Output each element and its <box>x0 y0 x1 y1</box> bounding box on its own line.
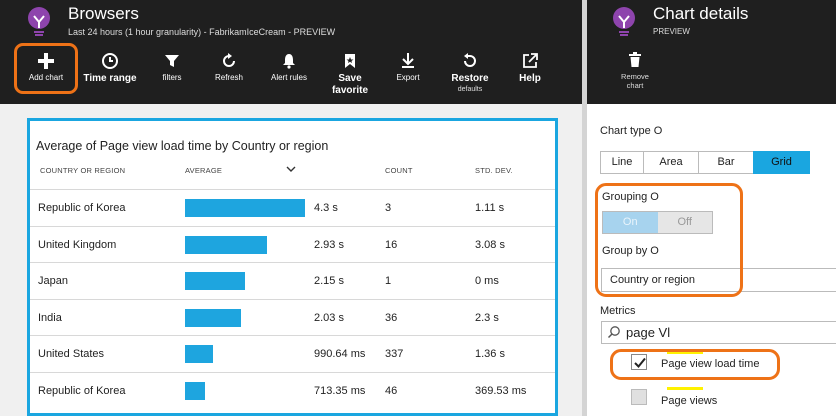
metrics-search-value: page Vl <box>626 325 671 340</box>
undo-icon <box>464 53 476 67</box>
country-cell: United Kingdom <box>38 238 117 251</box>
bulb-logo-icon <box>613 7 635 36</box>
metric-item-page-views[interactable]: Page views <box>623 385 823 411</box>
country-cell: Republic of Korea <box>38 202 126 214</box>
clock-icon <box>102 53 118 69</box>
table-row[interactable]: United States 990.64 ms 337 1.36 s <box>30 335 555 371</box>
count-cell: 46 <box>385 384 398 397</box>
trash-icon <box>629 52 641 67</box>
metric-highlight <box>610 349 780 380</box>
refresh-button[interactable]: Refresh <box>205 50 253 102</box>
bookmark-star-icon <box>345 54 355 68</box>
chart-details-header: Chart details PREVIEW Remove chart <box>587 0 836 104</box>
chart-type-line[interactable]: Line <box>600 151 643 174</box>
table-row[interactable]: Japan 2.15 s 1 0 ms <box>30 262 555 298</box>
save-favorite-label-1: Save <box>338 73 362 84</box>
std-dev-cell: 2.3 s <box>475 311 499 324</box>
chart-details-subtitle: PREVIEW <box>653 27 690 36</box>
save-favorite-label-2: favorite <box>331 85 369 96</box>
download-icon <box>402 53 414 68</box>
remove-chart-button[interactable]: Remove chart <box>607 52 663 90</box>
std-dev-cell: 1.11 s <box>475 202 505 214</box>
export-label: Export <box>396 73 420 82</box>
column-header-count[interactable]: COUNT <box>385 166 413 175</box>
chart-details-title: Chart details <box>653 4 749 23</box>
average-cell: 990.64 ms <box>314 348 366 360</box>
refresh-icon <box>223 53 235 67</box>
count-cell: 16 <box>385 238 398 251</box>
chart-type-area[interactable]: Area <box>643 151 698 174</box>
time-range-button[interactable]: Time range <box>82 50 138 102</box>
funnel-icon <box>165 55 179 67</box>
filters-label: filters <box>162 73 182 82</box>
chart-type-bar[interactable]: Bar <box>698 151 753 174</box>
sort-chevron-down-icon[interactable] <box>285 164 297 174</box>
search-match-highlight <box>667 387 703 390</box>
help-label: Help <box>519 73 541 84</box>
bell-icon <box>283 54 295 69</box>
metric-name: Page views <box>661 395 718 407</box>
average-bar <box>185 199 305 217</box>
std-dev-cell: 369.53 ms <box>475 384 527 397</box>
metric-checkbox[interactable] <box>631 389 647 405</box>
average-cell: 2.93 s <box>314 238 344 251</box>
restore-defaults-button[interactable]: Restore defaults <box>442 50 498 102</box>
average-bar <box>185 235 267 254</box>
metrics-search-input[interactable]: page Vl <box>601 321 836 344</box>
column-header-country[interactable]: COUNTRY OR REGION <box>40 166 125 175</box>
std-dev-cell: 3.08 s <box>475 238 505 251</box>
average-cell: 713.35 ms <box>314 384 366 397</box>
country-cell: Japan <box>38 275 68 287</box>
table-row[interactable]: Republic of Korea 713.35 ms 46 369.53 ms <box>30 371 555 408</box>
search-icon <box>607 326 620 339</box>
count-cell: 3 <box>385 202 392 214</box>
average-cell: 2.03 s <box>314 311 344 324</box>
column-header-average[interactable]: AVERAGE <box>185 166 222 175</box>
average-bar <box>185 381 205 400</box>
time-range-label: Time range <box>83 73 137 84</box>
country-cell: Republic of Korea <box>38 384 126 397</box>
restore-sub-label: defaults <box>457 86 483 93</box>
remove-label-1: Remove <box>621 72 649 81</box>
average-bar <box>185 345 213 363</box>
column-header-std-dev[interactable]: STD. DEV. <box>475 166 513 175</box>
average-bar <box>185 308 241 327</box>
table-row[interactable]: Republic of Korea 4.3 s 3 1.11 s <box>30 189 555 225</box>
chart-type-label: Chart type O <box>600 125 663 137</box>
count-cell: 337 <box>385 348 404 360</box>
remove-label-2: chart <box>626 81 644 90</box>
average-cell: 2.15 s <box>314 275 344 287</box>
table-row[interactable]: India 2.03 s 36 2.3 s <box>30 298 555 335</box>
alert-rules-button[interactable]: Alert rules <box>262 50 316 102</box>
blade-header: Browsers Last 24 hours (1 hour granulari… <box>0 0 582 104</box>
external-link-icon <box>523 53 538 68</box>
count-cell: 1 <box>385 275 392 287</box>
add-chart-highlight <box>14 43 78 94</box>
save-favorite-button[interactable]: Save favorite <box>325 50 375 102</box>
average-cell: 4.3 s <box>314 202 338 214</box>
chart-type-grid[interactable]: Grid <box>753 151 810 174</box>
std-dev-cell: 0 ms <box>475 275 499 287</box>
country-cell: United States <box>38 348 105 360</box>
export-button[interactable]: Export <box>385 50 431 102</box>
alert-rules-label: Alert rules <box>270 73 307 82</box>
std-dev-cell: 1.36 s <box>475 348 505 360</box>
country-cell: India <box>38 311 62 324</box>
refresh-label: Refresh <box>214 73 243 82</box>
help-button[interactable]: Help <box>508 50 552 102</box>
restore-label: Restore <box>451 73 489 84</box>
grouping-highlight <box>595 183 743 297</box>
blade-subtitle: Last 24 hours (1 hour granularity) - Fab… <box>68 27 336 37</box>
table-row[interactable]: United Kingdom 2.93 s 16 3.08 s <box>30 225 555 262</box>
metrics-label: Metrics <box>600 305 636 317</box>
bulb-logo-icon <box>28 7 50 36</box>
grid-title: Average of Page view load time by Countr… <box>36 139 329 153</box>
filters-button[interactable]: filters <box>148 50 196 102</box>
chart-type-selector: Line Area Bar Grid <box>600 151 810 174</box>
blade-title: Browsers <box>68 4 139 23</box>
count-cell: 36 <box>385 311 398 324</box>
average-bar <box>185 272 245 290</box>
